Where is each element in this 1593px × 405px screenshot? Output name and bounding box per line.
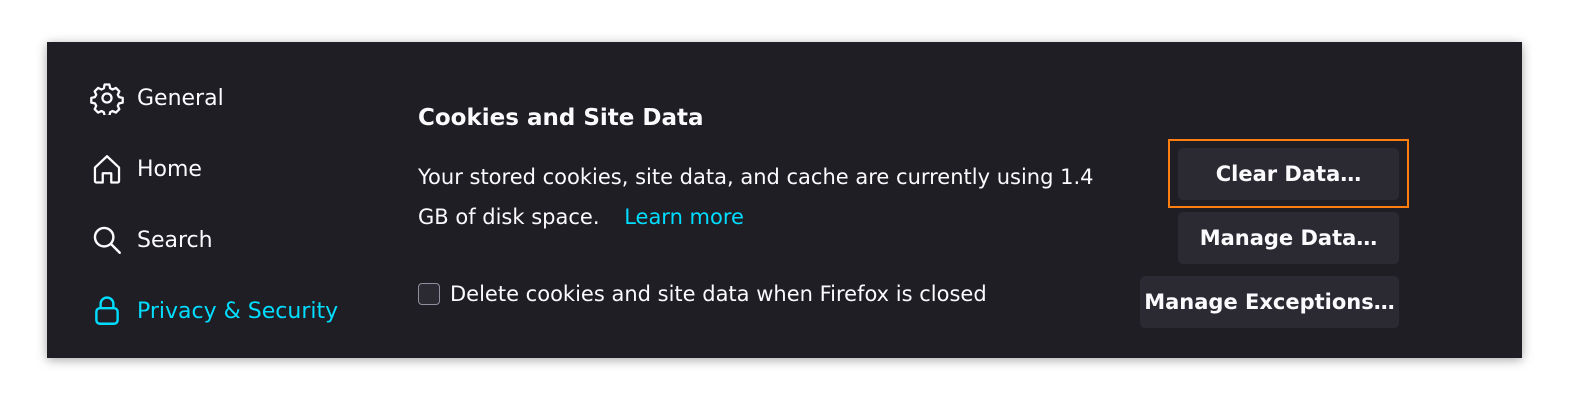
manage-exceptions-button[interactable]: Manage Exceptions… <box>1140 276 1399 328</box>
storage-description: Your stored cookies, site data, and cach… <box>418 157 1118 237</box>
sidebar-item-general[interactable]: General <box>89 78 224 118</box>
clear-data-button[interactable]: Clear Data… <box>1178 148 1399 200</box>
gear-icon <box>89 80 125 116</box>
preferences-panel: General Home Search Privacy & Security C… <box>47 42 1522 358</box>
search-icon <box>89 222 125 258</box>
storage-usage-text: Your stored cookies, site data, and cach… <box>418 165 1094 229</box>
section-title: Cookies and Site Data <box>418 105 704 131</box>
sidebar-item-label: Search <box>137 227 213 253</box>
home-icon <box>89 151 125 187</box>
delete-on-close-checkbox[interactable] <box>418 283 440 305</box>
sidebar-item-privacy-security[interactable]: Privacy & Security <box>89 291 338 331</box>
manage-data-button-label: Manage Data… <box>1199 226 1378 250</box>
sidebar-item-label: Home <box>137 156 202 182</box>
manage-exceptions-button-label: Manage Exceptions… <box>1144 290 1395 314</box>
sidebar-item-home[interactable]: Home <box>89 149 202 189</box>
sidebar-item-label: Privacy & Security <box>137 298 339 324</box>
manage-data-button[interactable]: Manage Data… <box>1178 212 1399 264</box>
sidebar-item-label: General <box>137 85 224 111</box>
learn-more-link[interactable]: Learn more <box>624 205 744 229</box>
clear-data-button-label: Clear Data… <box>1215 162 1362 186</box>
lock-icon <box>89 293 125 329</box>
delete-on-close-row[interactable]: Delete cookies and site data when Firefo… <box>418 282 987 306</box>
sidebar-item-search[interactable]: Search <box>89 220 213 260</box>
delete-on-close-label: Delete cookies and site data when Firefo… <box>450 282 987 306</box>
